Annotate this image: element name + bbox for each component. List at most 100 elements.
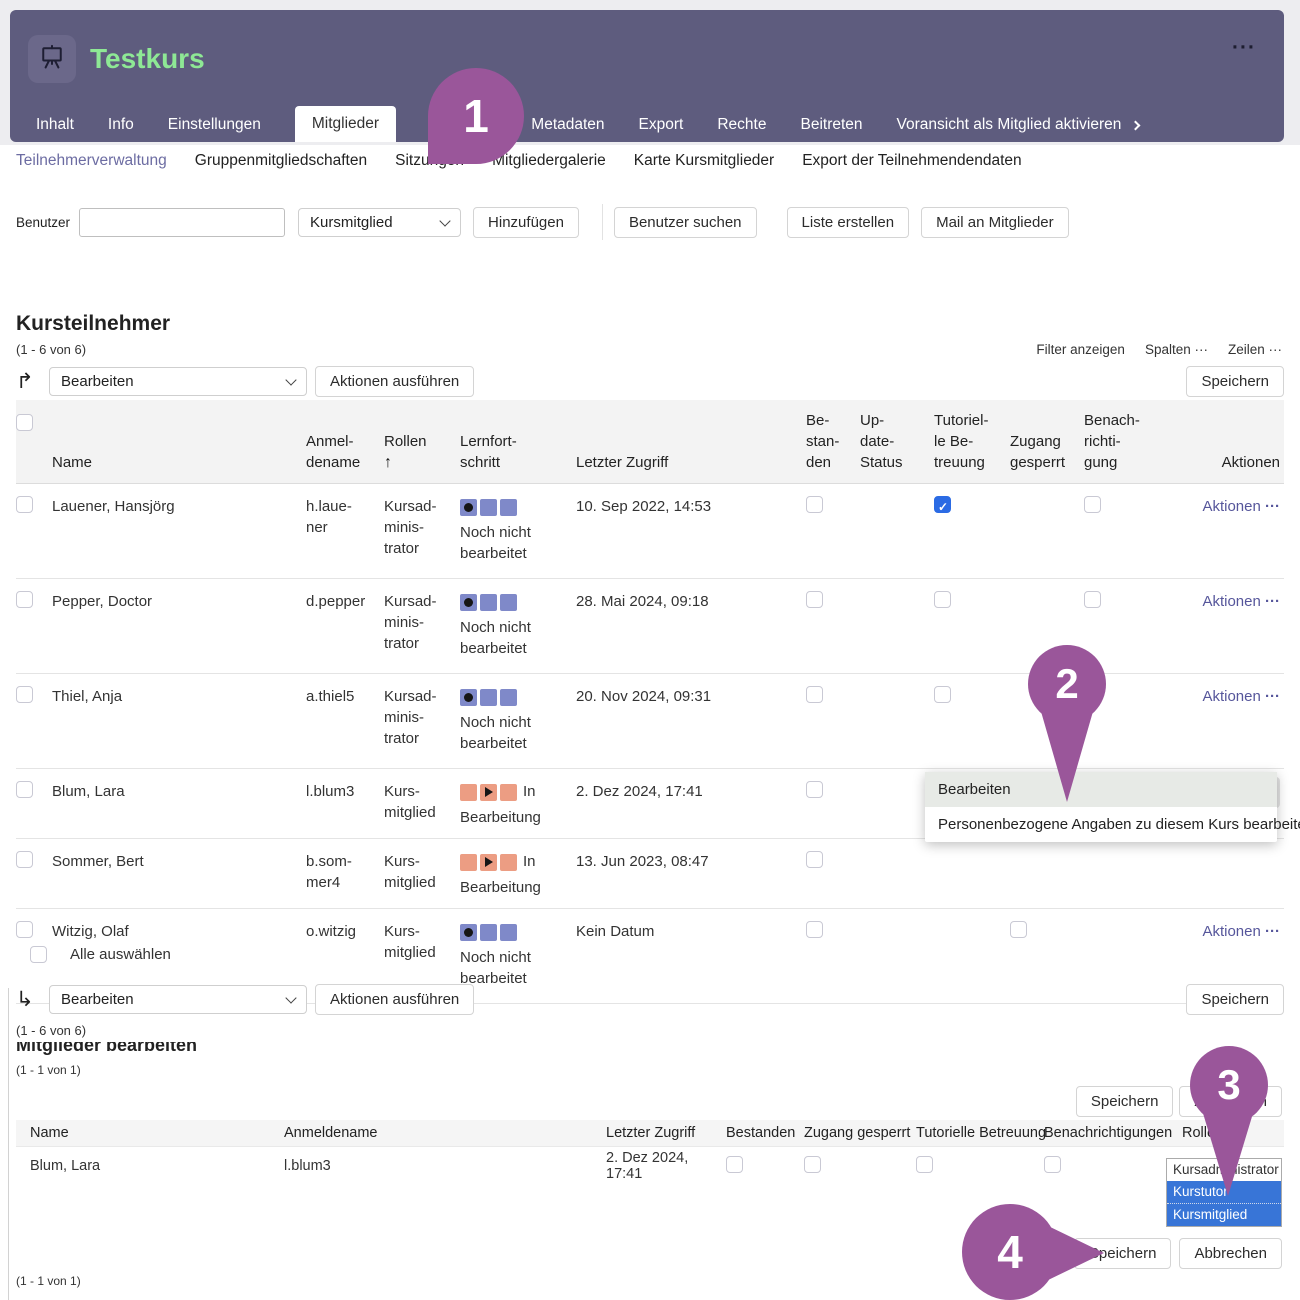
edit-zugang-gesperrt-checkbox[interactable] [804,1156,821,1173]
progress-square-icon [480,689,497,706]
row-checkbox[interactable] [16,591,33,608]
tab-inhalt[interactable]: Inhalt [36,116,74,134]
row-checkbox[interactable] [16,781,33,798]
subnav-teilnehmerverwaltung[interactable]: Teilnehmerverwaltung [16,152,167,170]
select-all-checkbox[interactable] [30,946,47,963]
progress-square-icon [460,854,477,871]
tab-metadaten[interactable]: Metadaten [531,116,604,134]
bestanden-checkbox[interactable] [806,591,823,608]
callout-1-badge: 1 [428,68,524,164]
bulk-action-select-bottom-value: Bearbeiten [61,991,134,1008]
benutzer-input[interactable] [79,208,285,237]
col-benachrichtigung[interactable]: Benach- richti- gung [1084,410,1162,483]
tab-rechte[interactable]: Rechte [717,116,766,134]
edit-speichern-button-top[interactable]: Speichern [1076,1086,1174,1117]
subnav-karte-kursmitglieder[interactable]: Karte Kursmitglieder [634,152,774,170]
cell-name: Pepper, Doctor [52,579,306,626]
bestanden-checkbox[interactable] [806,781,823,798]
zeilen-link[interactable]: Zeilen ··· [1228,342,1282,357]
aktionen-ausfuehren-button-bottom[interactable]: Aktionen ausführen [315,984,474,1015]
bestanden-checkbox[interactable] [806,686,823,703]
select-all-header-checkbox[interactable] [16,414,33,431]
ecol-anmeldename: Anmeldename [270,1125,592,1141]
edit-table: Name Anmeldename Letzter Zugriff Bestand… [16,1120,1284,1185]
role-select[interactable]: Kursmitglied [298,208,461,237]
edit-tutorielle-checkbox[interactable] [916,1156,933,1173]
col-update-status[interactable]: Up- date- Status [860,410,934,483]
progress-square-icon [500,689,517,706]
cell-last-access: Kein Datum [576,909,806,956]
chevron-down-icon [439,215,450,226]
subnav-gruppenmitgliedschaften[interactable]: Gruppenmitgliedschaften [195,152,367,170]
header-more-menu-icon[interactable]: ··· [1232,36,1256,60]
tab-beitreten[interactable]: Beitreten [800,116,862,134]
cell-role: Kurs- mitglied [384,839,460,903]
tutorielle-checkbox[interactable] [934,591,951,608]
row-checkbox[interactable] [16,851,33,868]
benachrichtigung-checkbox[interactable] [1084,496,1101,513]
mail-an-mitglieder-button[interactable]: Mail an Mitglieder [921,207,1069,238]
ecol-bestanden: Bestanden [712,1125,790,1141]
hinzufuegen-button[interactable]: Hinzufügen [473,207,579,238]
course-header: Testkurs ··· Inhalt Info Einstellungen M… [10,10,1284,142]
zugang-gesperrt-checkbox[interactable] [1010,921,1027,938]
progress-square-icon [500,594,517,611]
aktionen-ausfuehren-button-top[interactable]: Aktionen ausführen [315,366,474,397]
edit-bestanden-checkbox[interactable] [726,1156,743,1173]
table-row-sommer: Sommer, Bert b.som- mer4 Kurs- mitglied … [16,839,1284,909]
page-title: Testkurs [90,43,205,75]
benachrichtigung-checkbox[interactable] [1084,591,1101,608]
bestanden-checkbox[interactable] [806,921,823,938]
bestanden-checkbox[interactable] [806,496,823,513]
role-option-kursmitglied[interactable]: Kursmitglied [1167,1203,1281,1226]
progress-square-icon [500,924,517,941]
edit-abbrechen-button-bottom[interactable]: Abbrechen [1179,1238,1282,1269]
edit-benachrichtigungen-checkbox[interactable] [1044,1156,1061,1173]
cell-role: Kursad- minis- trator [384,579,460,668]
menu-item-personenbezogene-angaben[interactable]: Personenbezogene Angaben zu diesem Kurs … [925,807,1277,842]
bulk-action-select-bottom[interactable]: Bearbeiten [49,985,307,1014]
tutorielle-checkbox-checked[interactable] [934,496,951,513]
select-all-label: Alle auswählen [70,946,171,963]
tab-einstellungen[interactable]: Einstellungen [168,116,261,134]
course-tab-bar: Inhalt Info Einstellungen Mitglieder Lek… [36,108,1278,142]
tab-voransicht[interactable]: Voransicht als Mitglied aktivieren [897,116,1139,134]
col-lernfortschritt[interactable]: Lernfort- schritt [460,431,576,483]
cell-progress: Noch nicht bearbeitet [460,909,576,1003]
subnav-mitgliedergalerie[interactable]: Mitgliedergalerie [492,152,606,170]
aktionen-link[interactable]: Aktionen ··· [1202,498,1280,515]
progress-square-icon [500,499,517,516]
bulk-toolbar-top: ↱ Bearbeiten Aktionen ausführen [16,366,474,397]
aktionen-link[interactable]: Aktionen ··· [1202,923,1280,940]
cell-role: Kursad- minis- trator [384,484,460,573]
row-checkbox[interactable] [16,496,33,513]
col-bestanden[interactable]: Be- stan- den [806,410,860,483]
aktionen-link[interactable]: Aktionen ··· [1202,593,1280,610]
col-anmeldename[interactable]: Anmel- dename [306,431,384,483]
filter-anzeigen-link[interactable]: Filter anzeigen [1036,342,1125,357]
bulk-action-select-top[interactable]: Bearbeiten [49,367,307,396]
cell-username: d.pepper [306,579,384,626]
col-rollen[interactable]: Rollen↑ [384,431,460,483]
col-tutorielle-betreuung[interactable]: Tutoriel- le Be- treuung [934,410,1010,483]
row-checkbox[interactable] [16,921,33,938]
aktionen-link[interactable]: Aktionen ··· [1202,688,1280,705]
benutzer-suchen-button[interactable]: Benutzer suchen [614,207,757,238]
chevron-right-icon [1130,121,1140,131]
col-zugang-gesperrt[interactable]: Zugang gesperrt [1010,431,1084,483]
liste-erstellen-button[interactable]: Liste erstellen [787,207,910,238]
speichern-button-top[interactable]: Speichern [1186,366,1284,397]
row-checkbox[interactable] [16,686,33,703]
col-name[interactable]: Name [52,452,306,483]
tab-mitglieder[interactable]: Mitglieder [295,106,396,142]
spalten-link[interactable]: Spalten ··· [1145,342,1208,357]
menu-item-bearbeiten[interactable]: Bearbeiten [925,772,1277,807]
kursteilnehmer-count-bottom: (1 - 6 von 6) [16,1023,86,1038]
tutorielle-checkbox[interactable] [934,686,951,703]
col-letzter-zugriff[interactable]: Letzter Zugriff [576,452,806,483]
speichern-button-bottom[interactable]: Speichern [1186,984,1284,1015]
subnav-export-teilnehmendendaten[interactable]: Export der Teilnehmendendaten [802,152,1021,170]
tab-export[interactable]: Export [639,116,684,134]
tab-info[interactable]: Info [108,116,134,134]
bestanden-checkbox[interactable] [806,851,823,868]
